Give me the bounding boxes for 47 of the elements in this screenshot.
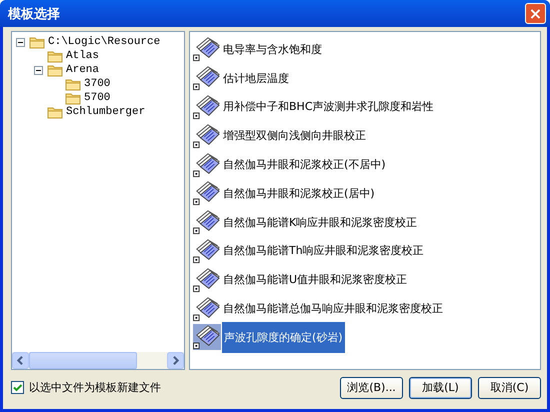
collapse-icon[interactable] <box>16 38 25 46</box>
template-item[interactable]: 自然伽马井眼和泥浆校正(居中) <box>222 182 376 204</box>
horizontal-scrollbar[interactable] <box>12 352 184 369</box>
dialog-button[interactable]: 加载(L) <box>409 376 472 398</box>
template-item[interactable]: 自然伽马能谱K响应井眼和泥浆密度校正 <box>222 212 418 233</box>
template-item[interactable]: 自然伽马能谱总伽马响应井眼和泥浆密度校正 <box>222 298 444 320</box>
template-item[interactable]: 增强型双侧向浅侧向井眼校正 <box>222 125 367 146</box>
scroll-thumb[interactable] <box>29 352 137 369</box>
folder-icon <box>47 63 63 77</box>
checkbox[interactable] <box>11 381 24 394</box>
checkbox-label: 以选中文件为模板新建文件 <box>29 380 161 395</box>
dialog-button[interactable]: 取消(C) <box>478 376 541 398</box>
template-item[interactable]: 自然伽马井眼和泥浆校正(不居中) <box>222 154 387 176</box>
document-stack-icon <box>193 36 221 62</box>
folder-icon <box>65 91 81 105</box>
document-stack-icon <box>193 238 221 264</box>
tree-item[interactable]: Schlumberger <box>65 106 146 118</box>
template-item[interactable]: 估计地层温度 <box>222 68 290 89</box>
template-item[interactable]: 自然伽马能谱U值井眼和泥浆密度校正 <box>222 269 408 290</box>
document-stack-icon <box>193 152 221 178</box>
tree-item[interactable]: Atlas <box>65 50 100 62</box>
window-title: 模板选择 <box>8 6 60 22</box>
tree-item[interactable]: C:\Logic\Resource <box>47 36 162 48</box>
folder-icon <box>47 49 63 63</box>
template-item[interactable]: 用补偿中子和BHC声波测井求孔隙度和岩性 <box>222 96 434 118</box>
document-stack-icon <box>193 324 221 350</box>
document-stack-icon <box>193 94 221 120</box>
template-item[interactable]: 电导率与含水饱和度 <box>222 38 323 60</box>
document-stack-icon <box>193 209 221 236</box>
close-button[interactable]: × <box>525 3 546 24</box>
folder-icon <box>47 105 63 119</box>
dialog-button[interactable]: 浏览(B)... <box>340 376 403 398</box>
tree-item[interactable]: Arena <box>65 64 100 76</box>
folder-icon <box>65 77 81 91</box>
template-item[interactable]: 声波孔隙度的确定(砂岩) <box>222 322 345 353</box>
collapse-icon[interactable] <box>34 66 43 74</box>
document-stack-icon <box>193 296 221 322</box>
scroll-right-icon[interactable] <box>167 352 184 369</box>
tree-item[interactable]: 5700 <box>83 92 112 104</box>
folder-icon <box>29 35 45 49</box>
document-stack-icon <box>193 266 221 293</box>
tree-item[interactable]: 3700 <box>83 78 112 90</box>
document-stack-icon <box>193 122 221 149</box>
document-stack-icon <box>193 65 221 92</box>
scroll-left-icon[interactable] <box>12 352 29 369</box>
document-stack-icon <box>193 180 221 206</box>
template-item[interactable]: 自然伽马能谱Th响应井眼和泥浆密度校正 <box>222 240 425 262</box>
